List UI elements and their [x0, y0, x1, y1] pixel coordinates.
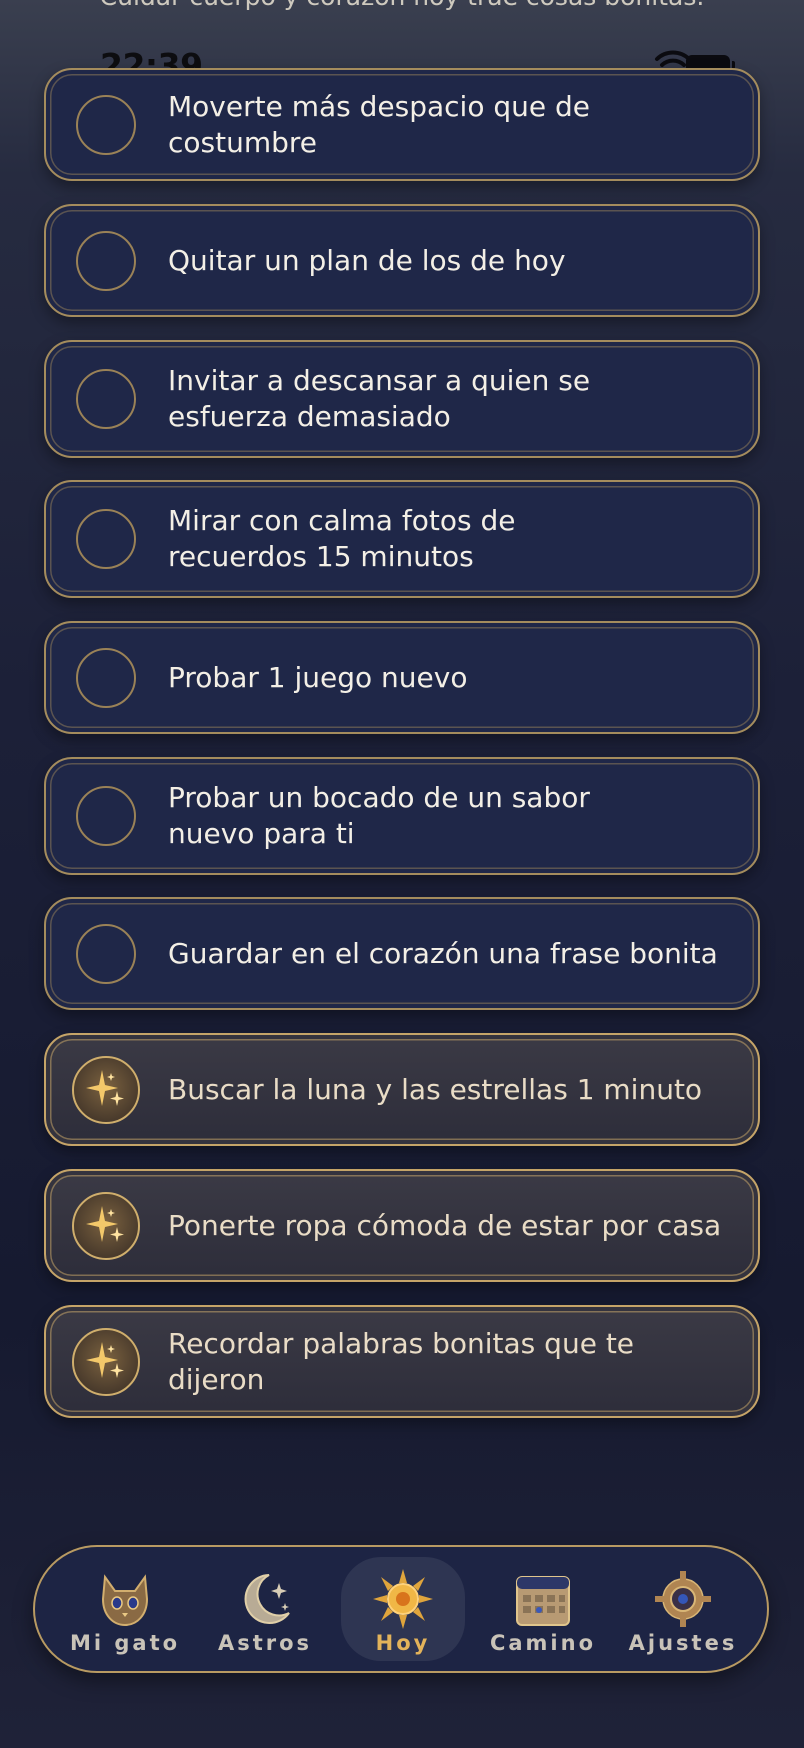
cat-icon — [101, 1574, 149, 1627]
checkbox-circle[interactable] — [76, 647, 136, 708]
task-label: Guardar en el corazón una frase bonita — [168, 936, 718, 970]
tab-label: Camino — [489, 1631, 597, 1655]
task-item[interactable]: Mirar con calma fotos de recuerdos 15 mi… — [44, 480, 760, 598]
task-item[interactable]: Moverte más despacio que de costumbre — [44, 68, 760, 181]
task-item[interactable]: Probar 1 juego nuevo — [44, 621, 760, 734]
tab-ajustes[interactable]: Ajustes — [621, 1557, 745, 1661]
tab-camino[interactable]: Camino — [481, 1557, 605, 1661]
tab-label: Ajustes — [628, 1631, 738, 1655]
sparkles-icon[interactable] — [72, 1191, 140, 1260]
cellular-signal-icon — [594, 60, 638, 75]
checkbox-circle[interactable] — [76, 786, 136, 846]
task-item[interactable]: Quitar un plan de los de hoy — [44, 204, 760, 317]
task-label: Probar 1 juego nuevo — [168, 660, 468, 694]
tab-label: Astros — [217, 1631, 313, 1655]
task-item[interactable]: Guardar en el corazón una frase bonita — [44, 897, 760, 1010]
tab-label: Hoy — [375, 1631, 431, 1655]
task-item-completed[interactable]: Ponerte ropa cómoda de estar por casa — [44, 1169, 760, 1282]
tab-bar: Mi gato Astros Hoy Camino Ajustes — [33, 1545, 769, 1673]
gear-icon — [655, 1571, 711, 1627]
checkbox-circle[interactable] — [76, 94, 136, 155]
tab-label: Mi gato — [69, 1631, 181, 1655]
task-label: Ponerte ropa cómoda de estar por casa — [168, 1208, 722, 1242]
checkbox-circle[interactable] — [76, 230, 136, 291]
calendar-icon — [516, 1576, 570, 1626]
task-label: Moverte más despacio que de costumbre — [168, 89, 590, 159]
checkbox-circle[interactable] — [76, 369, 136, 429]
sparkles-icon[interactable] — [72, 1055, 140, 1124]
task-label: Mirar con calma fotos de recuerdos 15 mi… — [168, 504, 516, 573]
task-item[interactable]: Invitar a descansar a quien se esfuerza … — [44, 340, 760, 458]
checkbox-circle[interactable] — [76, 509, 136, 569]
header-message: Cuidar cuerpo y corazón hoy trae cosas b… — [0, 0, 804, 11]
tab-mi-gato[interactable]: Mi gato — [63, 1557, 187, 1661]
task-label: Probar un bocado de un sabor nuevo para … — [168, 781, 590, 850]
tab-astros[interactable]: Astros — [203, 1557, 327, 1661]
task-label: Invitar a descansar a quien se esfuerza … — [168, 364, 591, 433]
task-item-completed[interactable]: Recordar palabras bonitas que te dijeron — [44, 1305, 760, 1418]
sparkles-icon[interactable] — [72, 1327, 140, 1396]
tab-hoy[interactable]: Hoy — [341, 1557, 465, 1661]
sun-icon — [373, 1569, 433, 1629]
task-item-completed[interactable]: Buscar la luna y las estrellas 1 minuto — [44, 1033, 760, 1146]
task-item[interactable]: Probar un bocado de un sabor nuevo para … — [44, 757, 760, 875]
moon-stars-icon — [244, 1574, 290, 1624]
task-label: Recordar palabras bonitas que te dijeron — [168, 1326, 635, 1396]
checkbox-circle[interactable] — [76, 923, 136, 984]
task-label: Quitar un plan de los de hoy — [168, 243, 566, 277]
task-label: Buscar la luna y las estrellas 1 minuto — [168, 1072, 703, 1106]
